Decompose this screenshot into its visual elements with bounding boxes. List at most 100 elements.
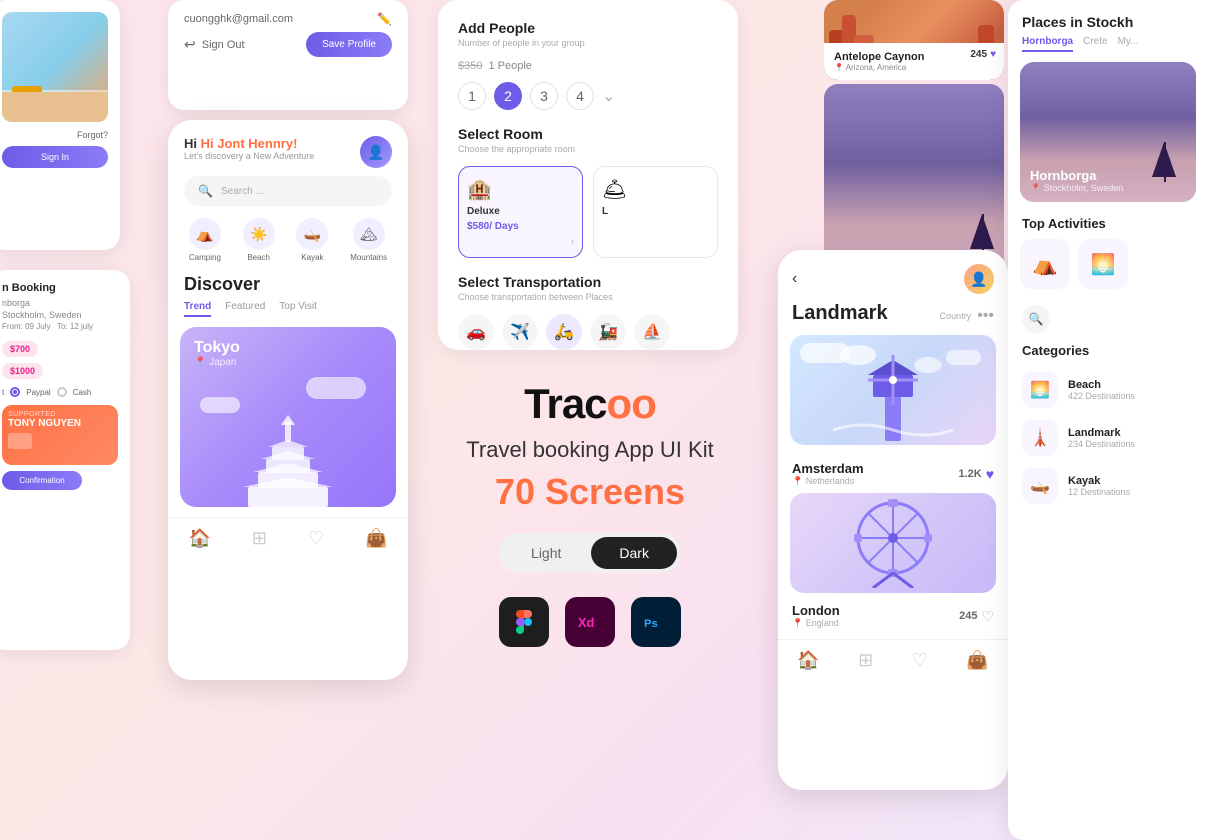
forgot-link[interactable]: Forgot? [2, 130, 108, 140]
amsterdam-count: 1.2K [958, 468, 981, 480]
category-beach[interactable]: ☀️ Beach [243, 218, 275, 262]
tool-icons: Xd Ps [430, 597, 750, 647]
people-3[interactable]: 3 [530, 82, 558, 110]
sign-in-button[interactable]: Sign In [2, 146, 108, 168]
activity-beach[interactable]: 🌅 [1078, 239, 1128, 289]
home-nav-icon[interactable]: 🏠 [188, 528, 210, 549]
temple-illustration [180, 377, 396, 507]
phone-header: Hi Hi Jont Hennry! Let's discovery a New… [168, 120, 408, 176]
kayak-cat-count: 12 Destinations [1068, 487, 1130, 497]
brand-logo: Tracoo [430, 380, 750, 428]
category-mountains[interactable]: 🏔 Mountains [350, 218, 387, 262]
london-image [790, 493, 996, 593]
people-4[interactable]: 4 [566, 82, 594, 110]
transport-plane[interactable]: ✈️ [502, 314, 538, 350]
dark-mode-button[interactable]: Dark [591, 537, 677, 569]
dots-menu[interactable]: ••• [977, 307, 994, 325]
coach-name: TONY NGUYEN [8, 418, 112, 429]
transport-car[interactable]: 🚗 [458, 314, 494, 350]
discover-title: Discover [168, 274, 408, 301]
stockholm-hero-image[interactable]: Hornborga 📍 Stockholm, Sweden [1020, 62, 1196, 202]
original-price: $350 [458, 60, 482, 72]
london-count: 245 [959, 610, 977, 622]
london-name: London [792, 603, 840, 618]
tab-my[interactable]: My... [1118, 36, 1139, 52]
room-cards: 🏨 Deluxe $580/ Days › 🛎 L [458, 166, 718, 258]
user-avatar[interactable]: 👤 [360, 136, 392, 168]
light-mode-button[interactable]: Light [503, 537, 589, 569]
transport-boat[interactable]: ⛵ [634, 314, 670, 350]
kayak-cat-icon: 🛶 [1022, 468, 1058, 504]
kayak-cat-name: Kayak [1068, 475, 1130, 487]
category-landmark-item[interactable]: 🗼 Landmark 234 Destinations [1008, 414, 1208, 462]
beach-label: Beach [247, 253, 270, 262]
london-heart[interactable]: ♡ [981, 608, 994, 625]
search-bar[interactable]: 🔍 Search ... [184, 176, 392, 206]
antelope-photo-card[interactable]: 245 ♥ Antelope Caynon 📍 Arizona, America [824, 0, 1004, 80]
back-button[interactable]: ‹ [792, 270, 797, 288]
landmark-phone: ‹ 👤 Landmark Country ••• [778, 250, 1008, 790]
profile-nav-icon[interactable]: 👜 [365, 528, 387, 549]
category-kayak[interactable]: 🛶 Kayak [296, 218, 328, 262]
profile-email-row: cuongghk@gmail.com ✏️ [184, 12, 392, 26]
tab-featured[interactable]: Featured [225, 301, 265, 317]
amsterdam-count-row: 1.2K ♥ [958, 466, 994, 482]
london-info: London 📍 England [792, 603, 840, 629]
heart-icon: ♥ [990, 49, 996, 60]
explore-landmark-nav[interactable]: ⊞ [858, 650, 873, 671]
sub-greeting: Let's discovery a New Adventure [184, 151, 314, 161]
people-1[interactable]: 1 [458, 82, 486, 110]
radio-paypal[interactable] [10, 387, 20, 397]
sign-out-label[interactable]: Sign Out [202, 39, 245, 51]
booking-card-dates: From: 09 July To: 12 july [2, 322, 118, 331]
ps-icon: Ps [631, 597, 681, 647]
ferris-wheel-svg [843, 498, 943, 588]
featured-destination-card[interactable]: Tokyo 📍 Japan [180, 327, 396, 507]
category-beach-item[interactable]: 🌅 Beach 422 Destinations [1008, 366, 1208, 414]
explore-nav-icon[interactable]: ⊞ [252, 528, 267, 549]
search-icon: 🔍 [198, 184, 213, 198]
windmill-svg [833, 335, 953, 445]
stockholm-hero-label: Hornborga 📍 Stockholm, Sweden [1030, 168, 1123, 194]
photo-cards-area: 245 ♥ Antelope Caynon 📍 Arizona, America [824, 0, 1004, 288]
bag-landmark-nav[interactable]: 👜 [966, 650, 988, 671]
radio-cash[interactable] [57, 387, 67, 397]
hero-tree [1164, 142, 1166, 182]
add-people-sub: Number of people in your group [458, 38, 718, 48]
tab-trend[interactable]: Trend [184, 301, 211, 317]
transport-train[interactable]: 🚂 [590, 314, 626, 350]
category-kayak-item[interactable]: 🛶 Kayak 12 Destinations [1008, 462, 1208, 510]
amsterdam-heart[interactable]: ♥ [986, 466, 994, 482]
activity-camping[interactable]: ⛺ [1020, 239, 1070, 289]
edit-icon[interactable]: ✏️ [377, 12, 392, 26]
search-circle-icon[interactable]: 🔍 [1022, 305, 1050, 333]
amsterdam-info: Amsterdam 📍 Netherlands [792, 461, 864, 487]
confirmation-button[interactable]: Confirmation [2, 471, 82, 490]
tab-crete[interactable]: Crete [1083, 36, 1107, 52]
people-2-selected[interactable]: 2 [494, 82, 522, 110]
booking-sidebar-card: n Booking nborga Stockholm, Sweden From:… [0, 270, 130, 650]
deluxe-arrow: › [571, 236, 574, 247]
select-room-sub: Choose the appropriate room [458, 144, 718, 154]
favorites-nav-icon[interactable]: ♡ [308, 528, 324, 549]
home-landmark-nav[interactable]: 🏠 [797, 650, 819, 671]
people-more-icon[interactable]: ⌄ [602, 86, 615, 106]
kayak-cat-info: Kayak 12 Destinations [1068, 475, 1130, 497]
country-label: Country [940, 311, 972, 321]
profile-actions: ↩ Sign Out Save Profile [184, 32, 392, 57]
brand-tagline: Travel booking App UI Kit [430, 436, 750, 465]
people-count-label: 1 People [488, 60, 531, 72]
tab-hornborga[interactable]: Hornborga [1022, 36, 1073, 52]
room-deluxe[interactable]: 🏨 Deluxe $580/ Days › [458, 166, 583, 258]
category-camping[interactable]: ⛺ Camping [189, 218, 221, 262]
tab-top-visit[interactable]: Top Visit [279, 301, 317, 317]
antelope-location: 📍 Arizona, America [834, 63, 994, 72]
landmark-title: Landmark [792, 302, 888, 325]
transport-moto[interactable]: 🛵 [546, 314, 582, 350]
favorites-landmark-nav[interactable]: ♡ [912, 650, 928, 671]
room-suite[interactable]: 🛎 L [593, 166, 718, 258]
beach-cat-icon: 🌅 [1022, 372, 1058, 408]
camping-icon: ⛺ [189, 218, 221, 250]
save-profile-button[interactable]: Save Profile [306, 32, 392, 57]
transport-sub: Choose transportation between Places [458, 292, 718, 302]
